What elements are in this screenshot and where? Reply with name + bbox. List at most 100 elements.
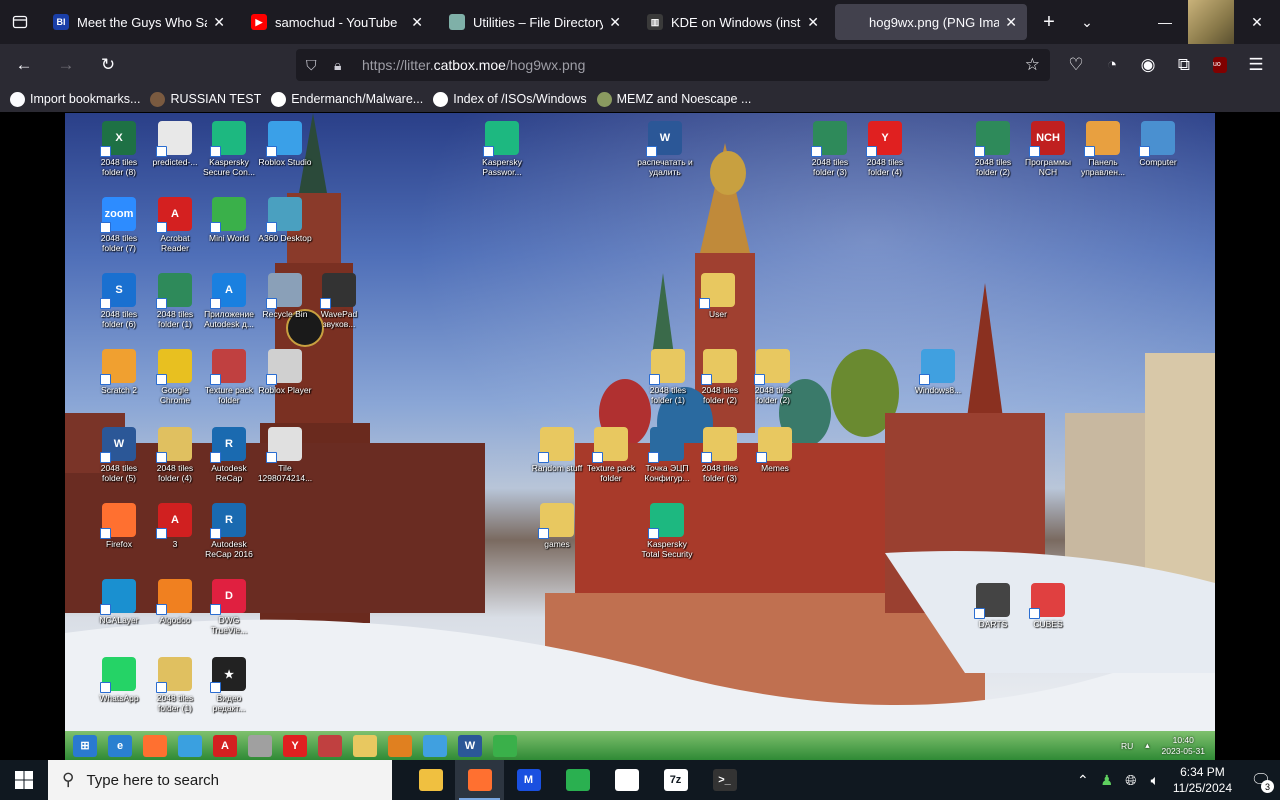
bookmark-item-4[interactable]: MEMZ and Noescape ... xyxy=(596,91,751,107)
desktop-icon-49[interactable]: Kaspersky Total Security xyxy=(639,503,695,559)
desktop-icon-34[interactable]: D DWG TrueVie... xyxy=(201,579,257,635)
tray-overflow-chevron-icon[interactable]: ⌃ xyxy=(1071,772,1095,789)
bookmark-item-2[interactable]: Endermanch/Malware... xyxy=(271,91,423,107)
menu-button[interactable]: ☰ xyxy=(1238,47,1274,83)
people-icon[interactable]: ♟ xyxy=(1095,772,1119,789)
desktop-icon-40[interactable]: 2048 tiles folder (2) xyxy=(692,349,748,405)
extensions-button[interactable]: ⧉ xyxy=(1166,47,1202,83)
desktop-icon-35[interactable]: WhatsApp xyxy=(91,657,147,703)
tab-close-icon[interactable]: ✕ xyxy=(411,14,423,31)
desktop-icon-24[interactable]: Roblox Player xyxy=(257,349,313,395)
desktop-icon-9[interactable]: NCH Программы NCH xyxy=(1020,121,1076,177)
desktop-icon-29[interactable]: Firefox xyxy=(91,503,147,549)
taskbar-clock[interactable]: 6:34 PM 11/25/2024 xyxy=(1173,764,1232,796)
desktop-icon-7[interactable]: Y 2048 tiles folder (4) xyxy=(857,121,913,177)
minimize-button[interactable]: — xyxy=(1142,0,1188,44)
desktop-icon-41[interactable]: 2048 tiles folder (2) xyxy=(745,349,801,405)
desktop-icon-10[interactable]: Панель управлен... xyxy=(1075,121,1131,177)
desktop-icon-21[interactable]: Scratch 2 xyxy=(91,349,147,395)
pocket-button[interactable]: ♡ xyxy=(1058,47,1094,83)
taskbar-app-firefox[interactable] xyxy=(455,760,504,800)
desktop-icon-48[interactable]: games xyxy=(529,503,585,549)
desktop-icon-44[interactable]: Texture pack folder xyxy=(583,427,639,483)
tab-list-dropdown-button[interactable]: ⌄ xyxy=(1068,0,1106,44)
desktop-icon-30[interactable]: A3 xyxy=(147,503,203,549)
url-bar[interactable]: ⛉ 🔒︎ https://litter.catbox.moe/hog9wx.pn… xyxy=(296,49,1050,81)
tab-2[interactable]: Utilities – File Directory ✕ xyxy=(439,4,631,40)
sync-button[interactable]: ◔ xyxy=(1094,47,1130,83)
desktop-icon-20[interactable]: WavePad звуков... xyxy=(311,273,367,329)
desktop-icon-3[interactable]: Roblox Studio xyxy=(257,121,313,167)
desktop-icon-22[interactable]: Google Chrome xyxy=(147,349,203,405)
lock-icon[interactable]: 🔒︎ xyxy=(334,57,362,74)
tab-close-icon[interactable]: ✕ xyxy=(807,14,819,31)
desktop-icon-45[interactable]: Точка ЭЦП Конфигур... xyxy=(639,427,695,483)
taskbar-app-7zip[interactable]: 7z xyxy=(651,760,700,800)
start-button[interactable] xyxy=(0,760,48,800)
desktop-icon-17[interactable]: 2048 tiles folder (1) xyxy=(147,273,203,329)
new-tab-button[interactable]: + xyxy=(1030,0,1068,44)
taskbar-app-security[interactable] xyxy=(602,760,651,800)
desktop-icon-50[interactable]: DARTS xyxy=(965,583,1021,629)
desktop-icon-0[interactable]: X 2048 tiles folder (8) xyxy=(91,121,147,177)
desktop-icon-12[interactable]: zoom 2048 tiles folder (7) xyxy=(91,197,147,253)
desktop-icon-39[interactable]: 2048 tiles folder (1) xyxy=(640,349,696,405)
network-globe-icon[interactable]: 🌐︎ xyxy=(1119,772,1143,789)
taskbar-search-box[interactable]: ⚲ Type here to search xyxy=(48,760,392,800)
account-button[interactable]: ◉ xyxy=(1130,47,1166,83)
desktop-icon-15[interactable]: A360 Desktop xyxy=(257,197,313,243)
desktop-icon-13[interactable]: A Acrobat Reader xyxy=(147,197,203,253)
bookmark-star-icon[interactable]: ☆ xyxy=(1025,55,1040,75)
desktop-icon-46[interactable]: 2048 tiles folder (3) xyxy=(692,427,748,483)
desktop-icon-6[interactable]: 2048 tiles folder (3) xyxy=(802,121,858,177)
firefox-view-button[interactable] xyxy=(0,0,40,44)
tab-3[interactable]: ▥ KDE on Windows (installer ✕ xyxy=(637,4,829,40)
back-button[interactable]: ← xyxy=(6,47,42,83)
desktop-icon-27[interactable]: R Autodesk ReCap xyxy=(201,427,257,483)
desktop-icon-38[interactable]: User xyxy=(690,273,746,319)
desktop-icon-42[interactable]: Windows8... xyxy=(910,349,966,395)
desktop-icon-18[interactable]: A Приложение Autodesk д... xyxy=(201,273,257,329)
taskbar-app-terminal[interactable]: >_ xyxy=(700,760,749,800)
desktop-icon-19[interactable]: Recycle Bin xyxy=(257,273,313,319)
desktop-icon-43[interactable]: Random stuff xyxy=(529,427,585,473)
bookmark-item-1[interactable]: RUSSIAN TEST xyxy=(150,91,261,107)
forward-button[interactable]: → xyxy=(48,47,84,83)
desktop-icon-37[interactable]: ★ Видео редакт... xyxy=(201,657,257,713)
taskbar-app-malwarebytes[interactable]: M xyxy=(504,760,553,800)
desktop-icon-51[interactable]: CUBES xyxy=(1020,583,1076,629)
desktop-icon-23[interactable]: Texture pack folder xyxy=(201,349,257,405)
desktop-icon-2[interactable]: Kaspersky Secure Con... xyxy=(201,121,257,177)
desktop-icon-33[interactable]: Algodoo xyxy=(147,579,203,625)
desktop-icon-14[interactable]: Mini World xyxy=(201,197,257,243)
desktop-icon-25[interactable]: W 2048 tiles folder (5) xyxy=(91,427,147,483)
tab-0[interactable]: BI Meet the Guys Who Sabot ✕ xyxy=(43,4,235,40)
tab-1[interactable]: ▶ samochud - YouTube ✕ xyxy=(241,4,433,40)
reload-button[interactable]: ↻ xyxy=(90,47,126,83)
taskbar-app-contacts[interactable] xyxy=(553,760,602,800)
shield-icon[interactable]: ⛉ xyxy=(306,57,334,74)
tab-close-icon[interactable]: ✕ xyxy=(213,14,225,31)
desktop-icon-5[interactable]: Wраспечатать и удалить xyxy=(637,121,693,177)
tab-4[interactable]: hog9wx.png (PNG Image, 160 ✕ xyxy=(835,4,1027,40)
desktop-icon-8[interactable]: 2048 tiles folder (2) xyxy=(965,121,1021,177)
tab-close-icon[interactable]: ✕ xyxy=(609,14,621,31)
notification-center-button[interactable]: 🗨︎ 3 xyxy=(1242,760,1280,800)
desktop-icon-47[interactable]: Memes xyxy=(747,427,803,473)
bookmark-item-0[interactable]: Import bookmarks... xyxy=(10,91,140,107)
desktop-icon-36[interactable]: 2048 tiles folder (1) xyxy=(147,657,203,713)
tab-close-icon[interactable]: ✕ xyxy=(1005,14,1017,31)
desktop-icon-32[interactable]: NCALayer xyxy=(91,579,147,625)
url-text[interactable]: https://litter.catbox.moe/hog9wx.png xyxy=(362,57,585,73)
desktop-icon-11[interactable]: Computer xyxy=(1130,121,1186,167)
volume-icon[interactable]: 🔈︎ xyxy=(1143,772,1167,789)
bookmark-item-3[interactable]: Index of /ISOs/Windows xyxy=(433,91,587,107)
ublock-button[interactable]: uo xyxy=(1202,47,1238,83)
desktop-icon-28[interactable]: Tile 1298074214... xyxy=(257,427,313,483)
desktop-icon-26[interactable]: 2048 tiles folder (4) xyxy=(147,427,203,483)
close-window-button[interactable]: ✕ xyxy=(1234,0,1280,44)
taskbar-app-file-explorer[interactable] xyxy=(406,760,455,800)
desktop-icon-16[interactable]: S 2048 tiles folder (6) xyxy=(91,273,147,329)
desktop-icon-4[interactable]: Kaspersky Passwor... xyxy=(474,121,530,177)
desktop-icon-1[interactable]: predicted-... xyxy=(147,121,203,167)
